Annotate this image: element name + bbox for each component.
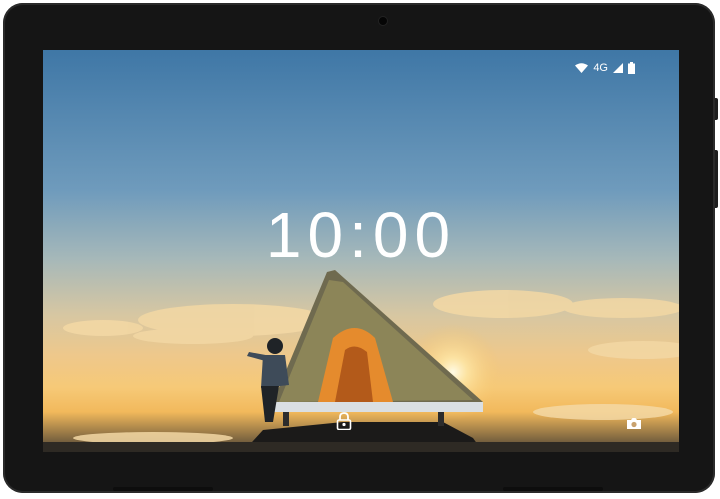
lock-icon[interactable] (336, 412, 352, 430)
lock-screen[interactable]: 4G 10:00 (43, 50, 679, 452)
tablet-device: 4G 10:00 (3, 3, 718, 493)
speaker-grille-left (113, 487, 213, 491)
power-button (715, 150, 718, 208)
volume-button (715, 98, 718, 120)
camera-icon[interactable] (626, 417, 642, 430)
network-type-label: 4G (593, 62, 608, 74)
lock-screen-clock: 10:00 (265, 199, 457, 271)
front-camera (379, 17, 387, 25)
signal-icon (613, 63, 623, 73)
wifi-icon (575, 63, 589, 73)
speaker-grille-right (503, 487, 603, 491)
roof-rack (268, 402, 483, 412)
battery-icon (628, 62, 635, 74)
status-bar: 4G (575, 62, 635, 74)
